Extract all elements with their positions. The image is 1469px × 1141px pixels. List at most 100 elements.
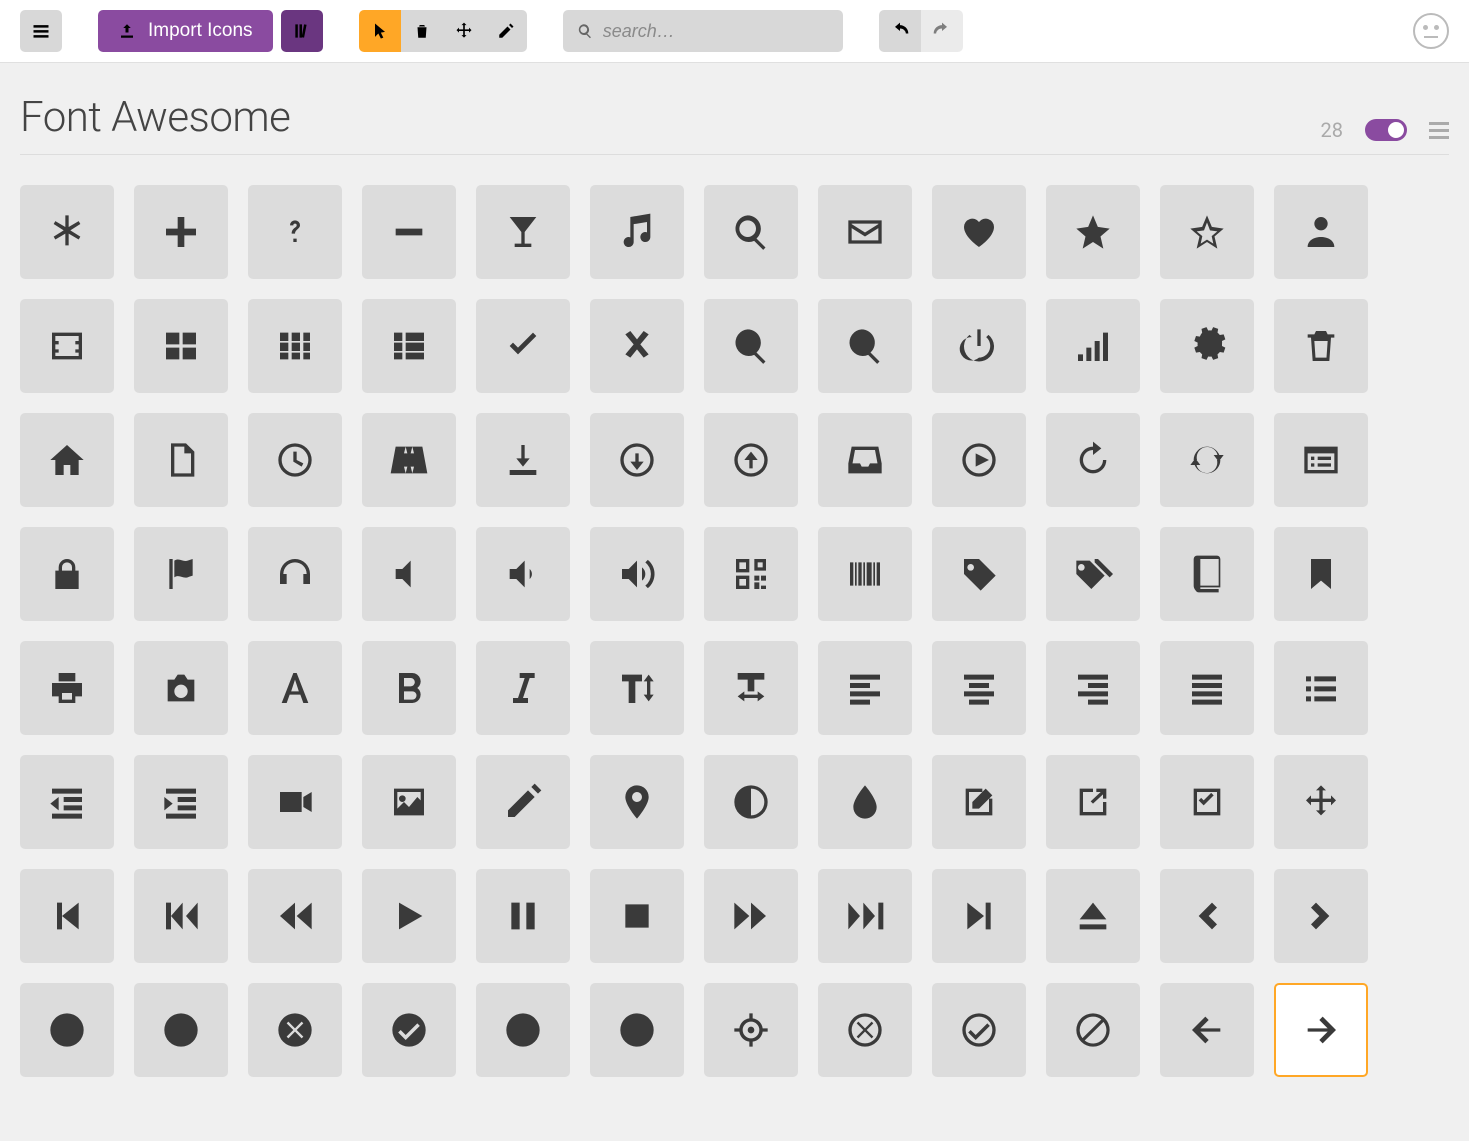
icon-pencil-square-o[interactable] [932, 755, 1026, 849]
icon-envelope-o[interactable] [818, 185, 912, 279]
icon-align-center[interactable] [932, 641, 1026, 735]
icon-times-circle[interactable] [248, 983, 342, 1077]
icon-arrow-left[interactable] [1160, 983, 1254, 1077]
search-input[interactable] [603, 21, 829, 42]
icon-question-circle[interactable] [476, 983, 570, 1077]
icon-file-o[interactable] [134, 413, 228, 507]
edit-tool-button[interactable] [485, 10, 527, 52]
icon-inbox[interactable] [818, 413, 912, 507]
icon-plus[interactable] [134, 185, 228, 279]
icon-chevron-right[interactable] [1274, 869, 1368, 963]
icon-music[interactable] [590, 185, 684, 279]
icon-align-right[interactable] [1046, 641, 1140, 735]
icon-tags[interactable] [1046, 527, 1140, 621]
icon-play[interactable] [362, 869, 456, 963]
icon-road[interactable] [362, 413, 456, 507]
icon-play-circle-o[interactable] [932, 413, 1026, 507]
icon-info-circle[interactable] [590, 983, 684, 1077]
icon-repeat[interactable] [1046, 413, 1140, 507]
icon-th[interactable] [248, 299, 342, 393]
icon-step-forward[interactable] [932, 869, 1026, 963]
icon-search-minus[interactable] [818, 299, 912, 393]
icon-plus-circle[interactable] [20, 983, 114, 1077]
icon-crosshairs[interactable] [704, 983, 798, 1077]
icon-video-camera[interactable] [248, 755, 342, 849]
icon-user[interactable] [1274, 185, 1368, 279]
icon-cog[interactable] [1160, 299, 1254, 393]
icon-question[interactable] [248, 185, 342, 279]
icon-tint[interactable] [818, 755, 912, 849]
library-button[interactable] [281, 10, 323, 52]
icon-list-alt[interactable] [1274, 413, 1368, 507]
menu-button[interactable] [20, 10, 62, 52]
icon-arrow-right[interactable] [1274, 983, 1368, 1077]
icon-map-marker[interactable] [590, 755, 684, 849]
icon-indent[interactable] [134, 755, 228, 849]
icon-barcode[interactable] [818, 527, 912, 621]
set-menu-button[interactable] [1429, 122, 1449, 139]
icon-trash-o[interactable] [1274, 299, 1368, 393]
icon-heart[interactable] [932, 185, 1026, 279]
icon-outdent[interactable] [20, 755, 114, 849]
redo-button[interactable] [921, 10, 963, 52]
delete-tool-button[interactable] [401, 10, 443, 52]
selection-toggle[interactable] [1365, 119, 1407, 141]
icon-refresh[interactable] [1160, 413, 1254, 507]
icon-check-square-o[interactable] [1160, 755, 1254, 849]
icon-bookmark[interactable] [1274, 527, 1368, 621]
icon-picture-o[interactable] [362, 755, 456, 849]
icon-volume-down[interactable] [476, 527, 570, 621]
icon-bold[interactable] [362, 641, 456, 735]
import-icons-button[interactable]: Import Icons [98, 10, 273, 52]
icon-headphones[interactable] [248, 527, 342, 621]
icon-minus[interactable] [362, 185, 456, 279]
icon-arrows[interactable] [1274, 755, 1368, 849]
icon-chevron-left[interactable] [1160, 869, 1254, 963]
icon-ban[interactable] [1046, 983, 1140, 1077]
icon-th-list[interactable] [362, 299, 456, 393]
icon-backward[interactable] [248, 869, 342, 963]
icon-pause[interactable] [476, 869, 570, 963]
icon-font[interactable] [248, 641, 342, 735]
icon-adjust[interactable] [704, 755, 798, 849]
icon-arrow-circle-o-down[interactable] [590, 413, 684, 507]
icon-clock-o[interactable] [248, 413, 342, 507]
icon-minus-circle[interactable] [134, 983, 228, 1077]
icon-search[interactable] [704, 185, 798, 279]
icon-eject[interactable] [1046, 869, 1140, 963]
icon-download[interactable] [476, 413, 570, 507]
icon-check-circle-o[interactable] [932, 983, 1026, 1077]
icon-share-square-o[interactable] [1046, 755, 1140, 849]
icon-power-off[interactable] [932, 299, 1026, 393]
icon-check[interactable] [476, 299, 570, 393]
icon-print[interactable] [20, 641, 114, 735]
icon-lock[interactable] [20, 527, 114, 621]
icon-text-width[interactable] [704, 641, 798, 735]
icon-italic[interactable] [476, 641, 570, 735]
icon-qrcode[interactable] [704, 527, 798, 621]
icon-fast-backward[interactable] [134, 869, 228, 963]
icon-times-circle-o[interactable] [818, 983, 912, 1077]
select-tool-button[interactable] [359, 10, 401, 52]
icon-volume-off[interactable] [362, 527, 456, 621]
icon-fast-forward[interactable] [818, 869, 912, 963]
icon-list[interactable] [1274, 641, 1368, 735]
icon-camera[interactable] [134, 641, 228, 735]
icon-align-left[interactable] [818, 641, 912, 735]
move-tool-button[interactable] [443, 10, 485, 52]
icon-glass[interactable] [476, 185, 570, 279]
account-icon[interactable] [1413, 13, 1449, 49]
icon-step-backward[interactable] [20, 869, 114, 963]
icon-flag[interactable] [134, 527, 228, 621]
icon-volume-up[interactable] [590, 527, 684, 621]
icon-times[interactable] [590, 299, 684, 393]
undo-button[interactable] [879, 10, 921, 52]
icon-pencil[interactable] [476, 755, 570, 849]
icon-align-justify[interactable] [1160, 641, 1254, 735]
icon-home[interactable] [20, 413, 114, 507]
icon-arrow-circle-o-up[interactable] [704, 413, 798, 507]
icon-tag[interactable] [932, 527, 1026, 621]
icon-stop[interactable] [590, 869, 684, 963]
icon-star[interactable] [1046, 185, 1140, 279]
icon-signal[interactable] [1046, 299, 1140, 393]
